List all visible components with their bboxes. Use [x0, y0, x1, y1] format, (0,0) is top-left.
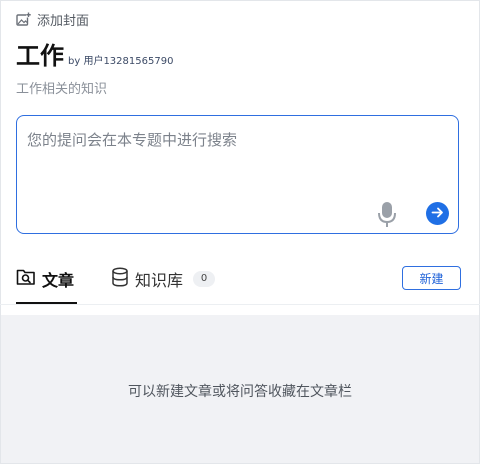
- topic-description: 工作相关的知识: [16, 82, 108, 97]
- divider: [0, 304, 480, 305]
- add-cover-label: 添加封面: [37, 13, 90, 29]
- folder-search-icon: [16, 268, 36, 290]
- new-button[interactable]: 新建: [402, 266, 461, 290]
- tab-articles[interactable]: 文章: [16, 262, 74, 296]
- image-add-icon: [16, 12, 31, 27]
- tab-knowledge-base-label: 知识库: [135, 271, 184, 290]
- database-icon: [111, 267, 129, 291]
- search-input[interactable]: [25, 126, 449, 154]
- count-badge: 0: [193, 271, 216, 287]
- send-button[interactable]: [426, 202, 449, 225]
- add-cover-button[interactable]: 添加封面: [16, 10, 90, 29]
- topic-header: 工作 by 用户13281565790: [16, 42, 173, 70]
- search-box: [16, 115, 459, 234]
- page-title: 工作: [16, 42, 64, 70]
- author-byline: by 用户13281565790: [68, 56, 174, 67]
- arrow-right-circle-icon: [431, 204, 444, 223]
- microphone-icon[interactable]: [377, 201, 397, 229]
- empty-state: 可以新建文章或将问答收藏在文章栏: [1, 315, 479, 463]
- empty-state-message: 可以新建文章或将问答收藏在文章栏: [128, 384, 352, 400]
- tab-knowledge-base[interactable]: 知识库 0: [111, 262, 216, 296]
- tab-articles-label: 文章: [42, 271, 75, 290]
